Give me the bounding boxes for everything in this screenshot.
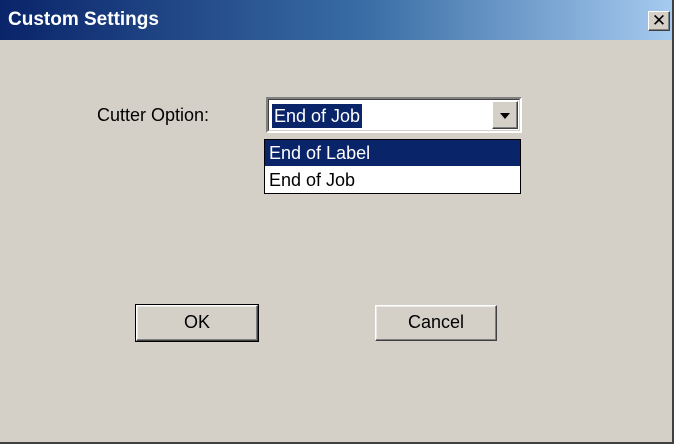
cutter-option-label: Cutter Option: <box>97 105 210 125</box>
option-end-of-job[interactable]: End of Job <box>265 167 520 193</box>
option-end-of-label[interactable]: End of Label <box>265 140 520 166</box>
dropdown-arrow-button[interactable] <box>492 101 518 129</box>
chevron-down-icon <box>500 113 510 119</box>
window-title: Custom Settings <box>8 9 159 30</box>
custom-settings-dialog: Custom Settings ✕ Cutter Option: End of … <box>0 0 674 444</box>
cutter-option-dropdown-list: End of Label End of Job <box>264 139 521 194</box>
close-icon: ✕ <box>651 11 667 31</box>
close-button[interactable]: ✕ <box>648 11 670 31</box>
ok-button[interactable]: OK <box>135 304 259 342</box>
cutter-option-combobox[interactable]: End of Job <box>266 97 522 133</box>
cutter-option-value: End of Job <box>272 104 363 128</box>
title-bar[interactable]: Custom Settings ✕ <box>0 0 672 40</box>
cancel-button[interactable]: Cancel <box>375 305 497 341</box>
